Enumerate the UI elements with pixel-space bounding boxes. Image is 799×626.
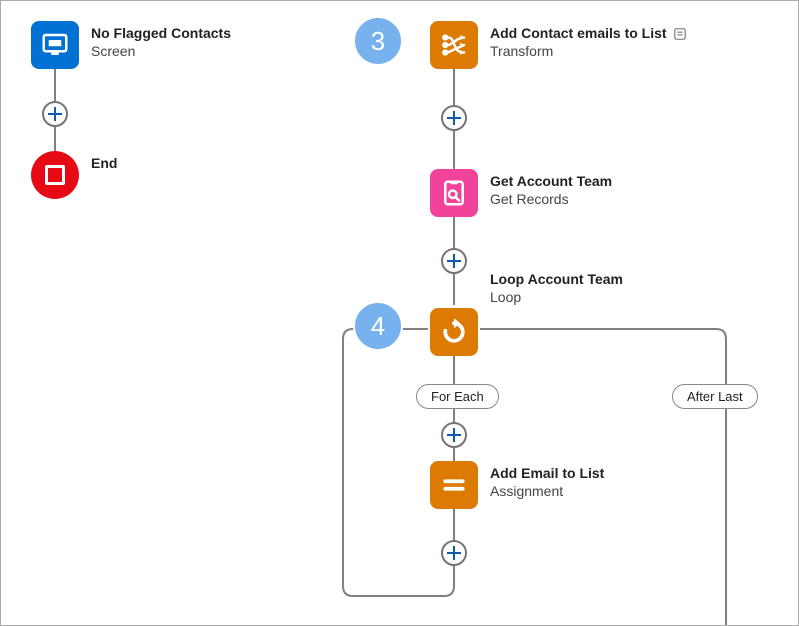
node-subtitle: Transform — [490, 43, 687, 61]
get-records-icon — [430, 169, 478, 217]
node-label: Loop Account Team Loop — [430, 271, 623, 306]
add-element-button[interactable] — [441, 422, 467, 448]
node-title: Get Account Team — [490, 173, 612, 191]
node-label: Add Email to List Assignment — [490, 461, 604, 500]
assignment-icon — [430, 461, 478, 509]
node-subtitle: Loop — [490, 289, 623, 307]
node-subtitle: Get Records — [490, 191, 612, 209]
node-label: End — [91, 151, 117, 173]
node-label: Add Contact emails to List Transform — [490, 21, 687, 60]
end-icon — [31, 151, 79, 199]
node-label: Get Account Team Get Records — [490, 169, 612, 208]
flow-canvas[interactable]: No Flagged Contacts Screen End 3 — [0, 0, 799, 626]
node-screen[interactable]: No Flagged Contacts Screen — [31, 21, 231, 69]
node-title: Add Contact emails to List — [490, 25, 667, 43]
node-loop[interactable]: Loop Account Team Loop — [430, 271, 623, 356]
node-title: End — [91, 155, 117, 173]
node-subtitle: Assignment — [490, 483, 604, 501]
node-title: Loop Account Team — [490, 271, 623, 289]
node-transform[interactable]: Add Contact emails to List Transform — [430, 21, 687, 69]
node-title: No Flagged Contacts — [91, 25, 231, 43]
loop-icon — [430, 308, 478, 356]
transform-icon — [430, 21, 478, 69]
node-end[interactable]: End — [31, 151, 117, 199]
node-assignment[interactable]: Add Email to List Assignment — [430, 461, 604, 509]
step-badge-4: 4 — [353, 301, 403, 351]
loop-path-afterlast[interactable]: After Last — [672, 384, 758, 409]
node-subtitle: Screen — [91, 43, 231, 61]
add-element-button[interactable] — [441, 540, 467, 566]
step-badge-3: 3 — [353, 16, 403, 66]
add-element-button[interactable] — [42, 101, 68, 127]
node-title: Add Email to List — [490, 465, 604, 483]
loop-path-foreach[interactable]: For Each — [416, 384, 499, 409]
description-icon — [673, 27, 687, 41]
screen-icon — [31, 21, 79, 69]
add-element-button[interactable] — [441, 105, 467, 131]
node-label: No Flagged Contacts Screen — [91, 21, 231, 60]
node-get-records[interactable]: Get Account Team Get Records — [430, 169, 612, 217]
